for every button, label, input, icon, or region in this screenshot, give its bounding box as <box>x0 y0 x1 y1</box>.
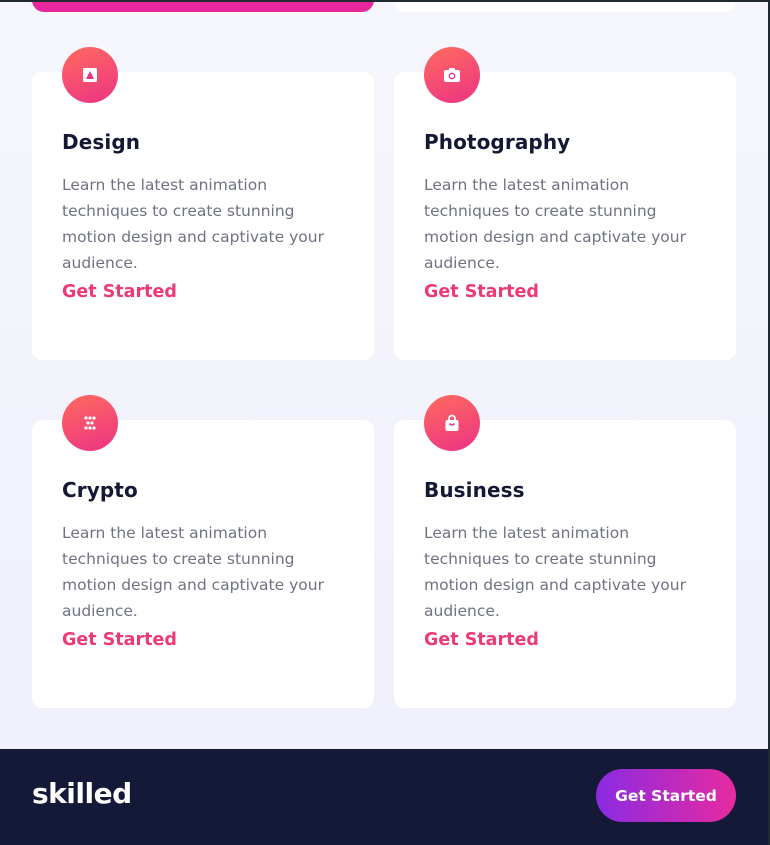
get-started-link[interactable]: Get Started <box>424 282 539 302</box>
get-started-link[interactable]: Get Started <box>424 630 539 650</box>
card-title: Crypto <box>62 478 138 502</box>
previous-card-bottom <box>394 0 736 12</box>
get-started-link[interactable]: Get Started <box>62 630 177 650</box>
course-card-design: Design Learn the latest animation techni… <box>32 72 374 360</box>
footer: skilled Get Started <box>0 749 768 845</box>
shopping-bag-icon <box>424 395 480 451</box>
card-description: Learn the latest animation techniques to… <box>424 176 686 272</box>
previous-card-bottom <box>32 0 374 12</box>
card-title: Photography <box>424 130 571 154</box>
card-description: Learn the latest animation techniques to… <box>424 524 686 620</box>
camera-icon <box>424 47 480 103</box>
card-title: Design <box>62 130 141 154</box>
course-card-photography: Photography Learn the latest animation t… <box>394 72 736 360</box>
course-card-business: Business Learn the latest animation tech… <box>394 420 736 708</box>
get-started-link[interactable]: Get Started <box>62 282 177 302</box>
skilled-logo[interactable]: skilled <box>32 777 132 810</box>
design-icon <box>62 47 118 103</box>
crypto-icon <box>62 395 118 451</box>
card-title: Business <box>424 478 525 502</box>
course-card-crypto: Crypto Learn the latest animation techni… <box>32 420 374 708</box>
get-started-button[interactable]: Get Started <box>596 769 736 822</box>
card-description: Learn the latest animation techniques to… <box>62 524 324 620</box>
card-description: Learn the latest animation techniques to… <box>62 176 324 272</box>
